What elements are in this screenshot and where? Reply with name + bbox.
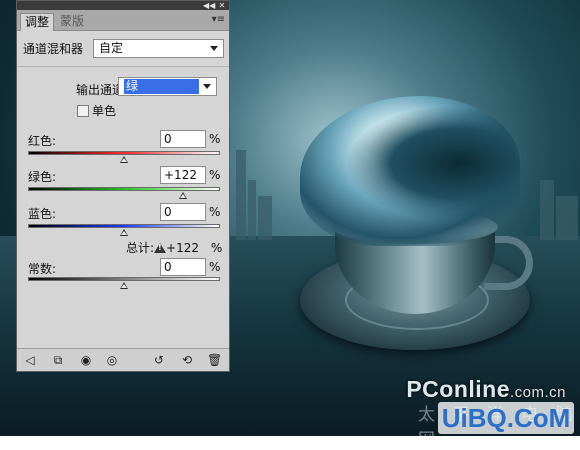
clip-layer-icon[interactable]: ◉ [79,353,93,367]
skyline-building [258,196,272,240]
blue-value-input[interactable]: 0 [160,203,206,221]
green-slider-track[interactable] [28,187,220,191]
view-previous-icon[interactable]: ↺ [152,353,166,367]
red-slider-track[interactable] [28,151,220,155]
skyline-building [540,180,554,240]
green-slider-thumb[interactable] [178,192,187,199]
red-slider-thumb[interactable] [120,156,128,163]
adjustment-header: 通道混和器 自定 [17,32,229,67]
close-panel-icon[interactable]: ✕ [217,1,227,10]
constant-unit: % [209,260,221,274]
constant-value-input[interactable]: 0 [160,258,206,276]
green-unit: % [209,168,221,182]
preset-select[interactable]: 自定 [93,39,224,58]
skyline-building [236,150,246,240]
red-label: 红色: [28,134,57,148]
tab-masks[interactable]: 蒙版 [56,13,88,30]
watermark-domain: .com.cn [509,384,566,401]
monochrome-label: 单色 [92,104,117,118]
output-channel-select[interactable]: 绿 [118,77,217,96]
visibility-eye-icon[interactable]: ◎ [105,353,119,367]
expand-view-icon[interactable]: ⧉ [51,353,65,367]
skyline-building [248,180,256,240]
total-unit: % [210,241,223,255]
trash-icon[interactable]: 🗑 [207,353,222,367]
blue-slider-thumb[interactable] [120,229,128,236]
preset-value: 自定 [99,41,124,55]
green-label: 绿色: [28,170,57,184]
skyline-building [556,196,578,240]
total-row: 总计: +122 % [126,239,222,256]
panel-bottom-toolbar: ◁ ⧉ ◉ ◎ ↺ ⟲ 🗑 [17,348,229,371]
collapse-panel-icon[interactable]: ◀◀ [203,1,215,10]
watermark-site: UiBQ.CoM [438,402,574,434]
pconline-watermark: PConline.com.cn [406,376,566,403]
panel-tab-bar: 调整 蒙版 ▾≡ [17,10,229,31]
tab-adjustments[interactable]: 调整 [20,13,55,31]
adjustments-panel: ◀◀ ✕ 调整 蒙版 ▾≡ 通道混和器 自定 输出通道: 绿 单色 红色: 0 … [16,0,230,372]
chevron-down-icon [203,84,211,89]
constant-label: 常数: [28,262,57,276]
output-channel-value: 绿 [124,79,199,94]
warning-icon [154,243,167,253]
back-arrow-icon[interactable]: ◁ [23,353,37,367]
red-value-input[interactable]: 0 [160,130,206,148]
total-label: 总计: [126,241,155,255]
total-value: +122 [166,241,200,255]
green-value-input[interactable]: +122 [160,166,206,184]
monochrome-checkbox[interactable] [77,105,89,117]
blue-slider-track[interactable] [28,224,220,228]
constant-slider-track[interactable] [28,277,220,281]
red-unit: % [209,132,221,146]
constant-slider-thumb[interactable] [120,282,128,289]
blue-label: 蓝色: [28,207,57,221]
reset-icon[interactable]: ⟲ [180,353,194,367]
panel-menu-icon[interactable]: ▾≡ [212,14,225,25]
adjustment-title: 通道混和器 [23,42,84,56]
chevron-down-icon [210,46,218,51]
watermark-brand: PConline [406,376,510,402]
wave-image [300,96,520,246]
panel-title-bar: ◀◀ ✕ [17,1,229,10]
blue-unit: % [209,205,221,219]
